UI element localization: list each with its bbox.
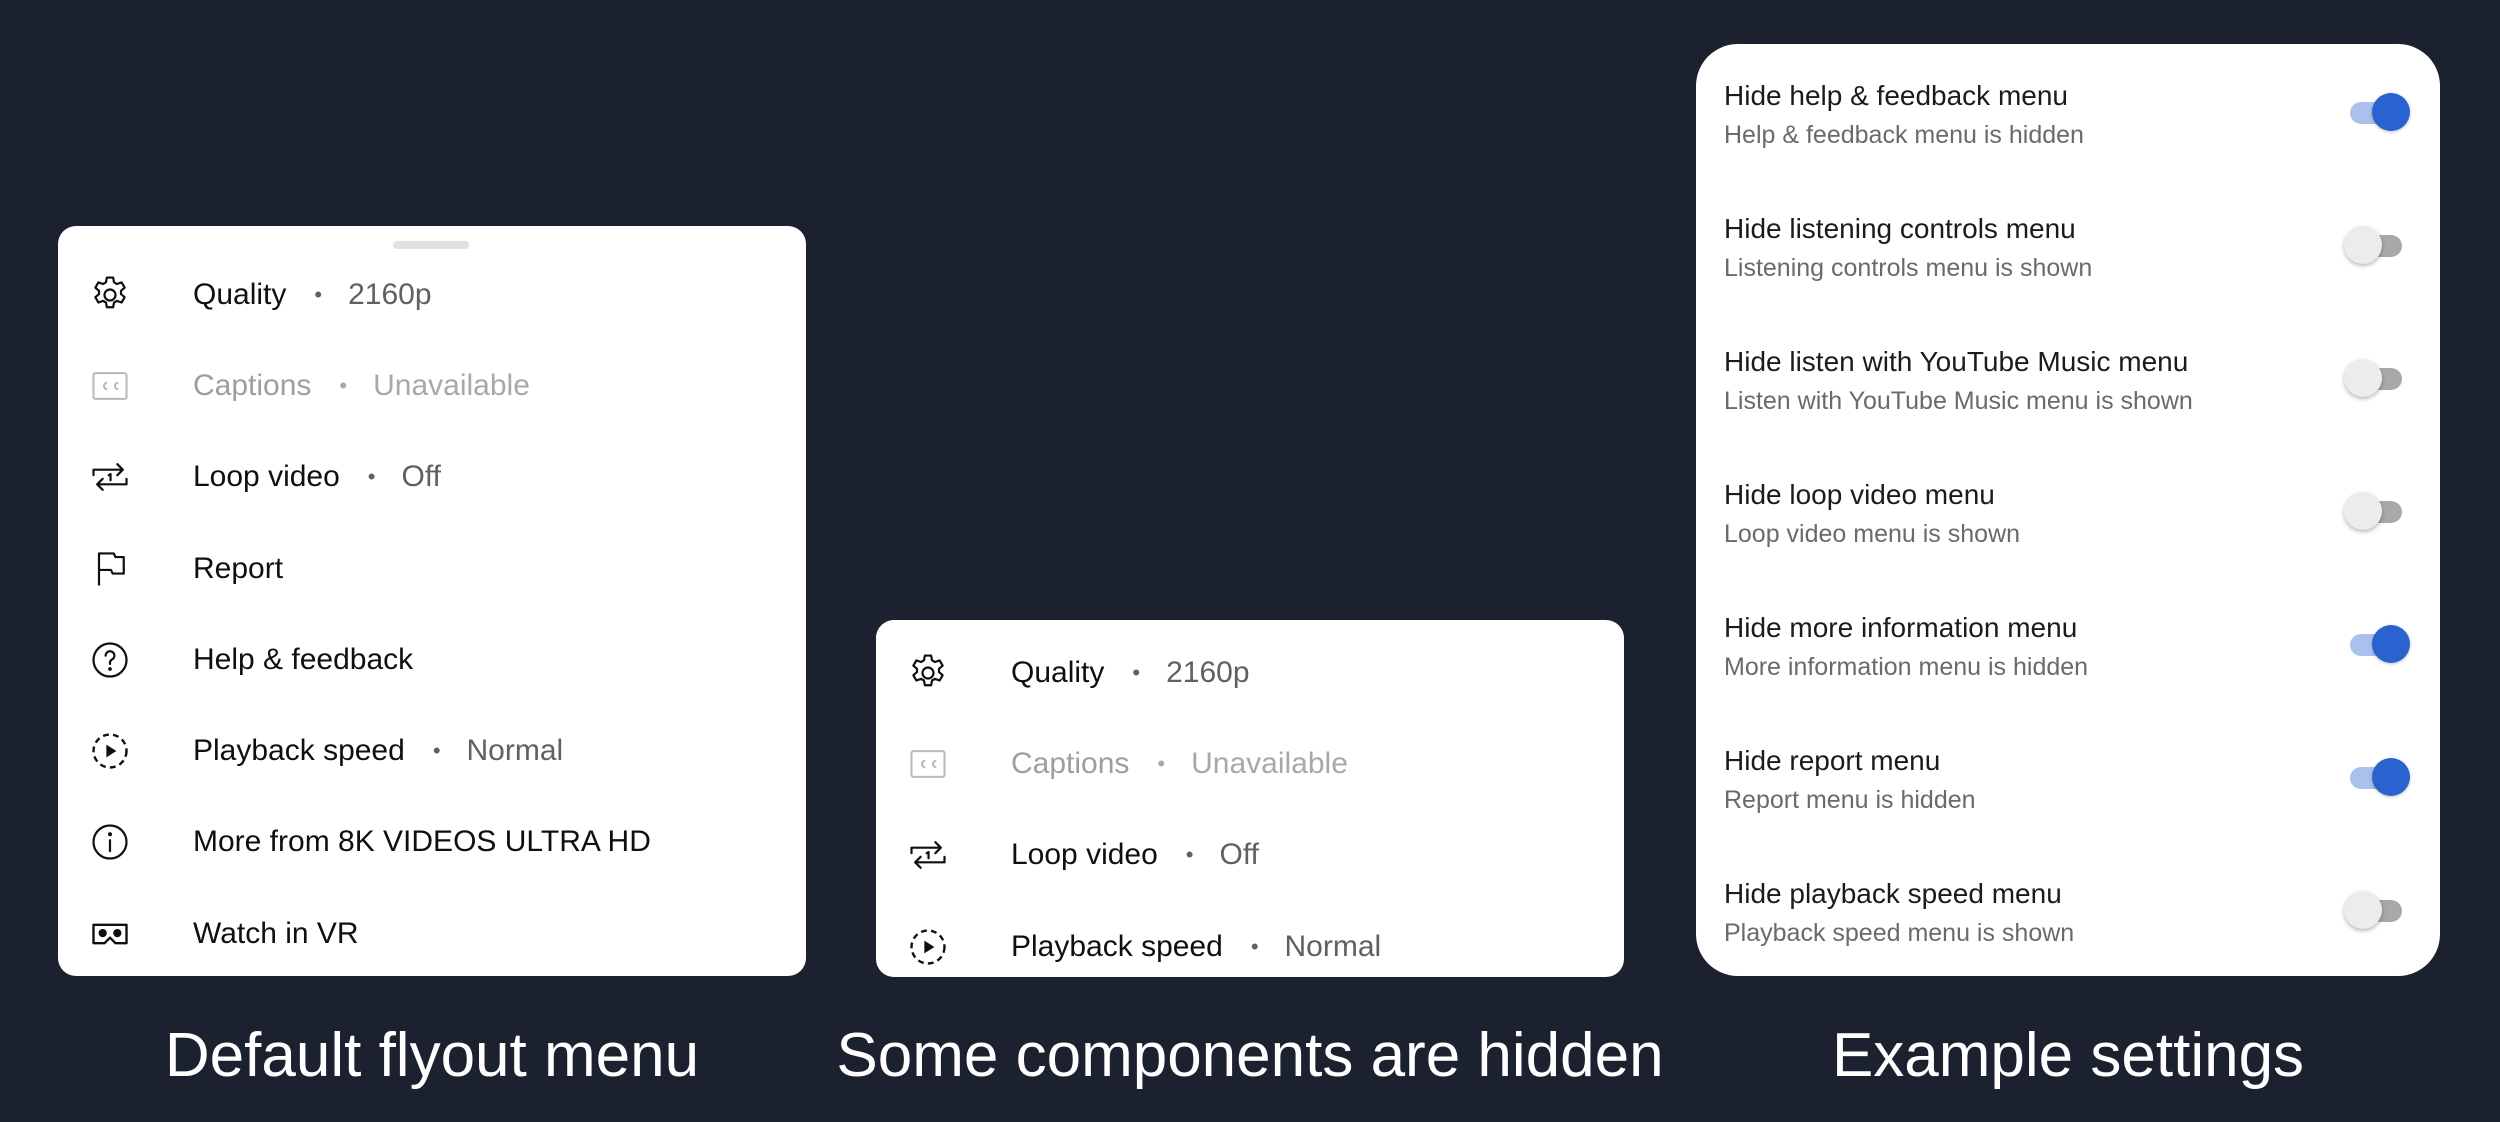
menu-item-value: 2160p: [1166, 655, 1250, 689]
menu-item-value: Off: [1219, 838, 1259, 872]
separator-dot: •: [1250, 933, 1259, 959]
switch-thumb: [2344, 226, 2382, 264]
help-circle-icon: [88, 638, 132, 682]
setting-title: Hide more information menu: [1724, 612, 2078, 643]
menu-item-label: Quality: [193, 277, 287, 311]
setting-hide-help-feedback[interactable]: Hide help & feedback menu Help & feedbac…: [1724, 44, 2410, 177]
menu-item-watch-in-vr[interactable]: Watch in VR: [58, 888, 806, 976]
switch-thumb: [2372, 758, 2410, 796]
setting-title: Hide loop video menu: [1724, 479, 1995, 510]
separator-dot: •: [339, 372, 348, 398]
toggle-switch[interactable]: [2344, 225, 2410, 265]
setting-hide-playback-speed[interactable]: Hide playback speed menu Playback speed …: [1724, 842, 2410, 975]
toggle-switch[interactable]: [2344, 757, 2410, 797]
menu-item-value: Normal: [466, 734, 564, 768]
menu-item-label: Quality: [1011, 655, 1105, 689]
menu-item-label: Captions: [1011, 746, 1130, 780]
setting-hide-listening-controls[interactable]: Hide listening controls menu Listening c…: [1724, 177, 2410, 310]
closed-captions-icon: [906, 742, 950, 786]
menu-item-value: Off: [401, 460, 441, 494]
filtered-flyout-menu: Quality • 2160p Captions • Unavailable L…: [876, 620, 1624, 977]
menu-item-label: Loop video: [193, 460, 340, 494]
menu-list: Quality • 2160p Captions • Unavailable L…: [58, 249, 806, 976]
toggle-switch[interactable]: [2344, 92, 2410, 132]
setting-hide-loop-video[interactable]: Hide loop video menu Loop video menu is …: [1724, 443, 2410, 576]
menu-list: Quality • 2160p Captions • Unavailable L…: [876, 627, 1624, 977]
info-circle-icon: [88, 820, 132, 864]
menu-item-captions: Captions • Unavailable: [58, 340, 806, 431]
menu-item-captions: Captions • Unavailable: [876, 718, 1624, 809]
menu-item-label: Captions: [193, 368, 312, 402]
menu-item-more-from-channel[interactable]: More from 8K VIDEOS ULTRA HD: [58, 797, 806, 888]
separator-dot: •: [1157, 750, 1166, 776]
playback-speed-icon: [88, 729, 132, 773]
setting-title: Hide report menu: [1724, 745, 1941, 776]
caption-hidden-components: Some components are hidden: [836, 1021, 1664, 1090]
menu-item-label: Help & feedback: [193, 642, 414, 676]
setting-summary: Playback speed menu is shown: [1724, 919, 2075, 947]
menu-item-label: Loop video: [1011, 838, 1158, 872]
default-flyout-menu: Quality • 2160p Captions • Unavailable L…: [58, 226, 806, 976]
gear-icon: [906, 651, 950, 695]
menu-item-quality[interactable]: Quality • 2160p: [58, 249, 806, 340]
menu-item-help-feedback[interactable]: Help & feedback: [58, 614, 806, 705]
setting-title: Hide listening controls menu: [1724, 213, 2076, 244]
setting-title: Hide listen with YouTube Music menu: [1724, 346, 2189, 377]
menu-item-value: Unavailable: [373, 368, 530, 402]
toggle-switch[interactable]: [2344, 624, 2410, 664]
setting-hide-listen-youtube-music[interactable]: Hide listen with YouTube Music menu List…: [1724, 310, 2410, 443]
separator-dot: •: [1132, 659, 1141, 685]
setting-hide-more-information[interactable]: Hide more information menu More informat…: [1724, 576, 2410, 709]
loop-icon: [88, 455, 132, 499]
gear-icon: [88, 273, 132, 317]
menu-item-playback-speed[interactable]: Playback speed • Normal: [876, 901, 1624, 977]
setting-title: Hide help & feedback menu: [1724, 80, 2068, 111]
toggle-switch[interactable]: [2344, 890, 2410, 930]
menu-item-playback-speed[interactable]: Playback speed • Normal: [58, 705, 806, 796]
switch-thumb: [2344, 359, 2382, 397]
closed-captions-icon: [88, 364, 132, 408]
switch-thumb: [2344, 492, 2382, 530]
switch-thumb: [2372, 625, 2410, 663]
switch-thumb: [2344, 891, 2382, 929]
menu-item-value: Unavailable: [1191, 746, 1348, 780]
settings-panel: Hide help & feedback menu Help & feedbac…: [1696, 44, 2440, 976]
toggle-switch[interactable]: [2344, 358, 2410, 398]
setting-summary: Listening controls menu is shown: [1724, 254, 2093, 282]
setting-summary: Listen with YouTube Music menu is shown: [1724, 387, 2193, 415]
separator-dot: •: [367, 464, 376, 490]
setting-summary: Loop video menu is shown: [1724, 520, 2021, 548]
menu-item-label: Playback speed: [193, 734, 405, 768]
setting-summary: More information menu is hidden: [1724, 653, 2089, 681]
menu-item-report[interactable]: Report: [58, 523, 806, 614]
separator-dot: •: [314, 281, 323, 307]
setting-summary: Report menu is hidden: [1724, 786, 1976, 814]
separator-dot: •: [432, 738, 441, 764]
flag-icon: [88, 547, 132, 591]
menu-item-loop-video[interactable]: Loop video • Off: [876, 810, 1624, 901]
menu-item-quality[interactable]: Quality • 2160p: [876, 627, 1624, 718]
menu-item-label: Report: [193, 551, 284, 585]
playback-speed-icon: [906, 925, 950, 969]
setting-title: Hide playback speed menu: [1724, 878, 2062, 909]
caption-example-settings: Example settings: [1831, 1021, 2305, 1090]
toggle-switch[interactable]: [2344, 491, 2410, 531]
drag-handle[interactable]: [393, 241, 469, 249]
setting-hide-report[interactable]: Hide report menu Report menu is hidden: [1724, 709, 2410, 842]
menu-item-value: Normal: [1284, 929, 1382, 963]
menu-item-loop-video[interactable]: Loop video • Off: [58, 432, 806, 523]
vr-headset-icon: [88, 912, 132, 956]
loop-icon: [906, 833, 950, 877]
menu-item-label: Playback speed: [1011, 929, 1223, 963]
menu-item-label: More from 8K VIDEOS ULTRA HD: [193, 825, 651, 859]
menu-item-label: Watch in VR: [193, 916, 359, 950]
menu-item-value: 2160p: [348, 277, 432, 311]
setting-summary: Help & feedback menu is hidden: [1724, 121, 2084, 149]
switch-thumb: [2372, 93, 2410, 131]
separator-dot: •: [1185, 842, 1194, 868]
caption-default-menu: Default flyout menu: [164, 1021, 700, 1090]
